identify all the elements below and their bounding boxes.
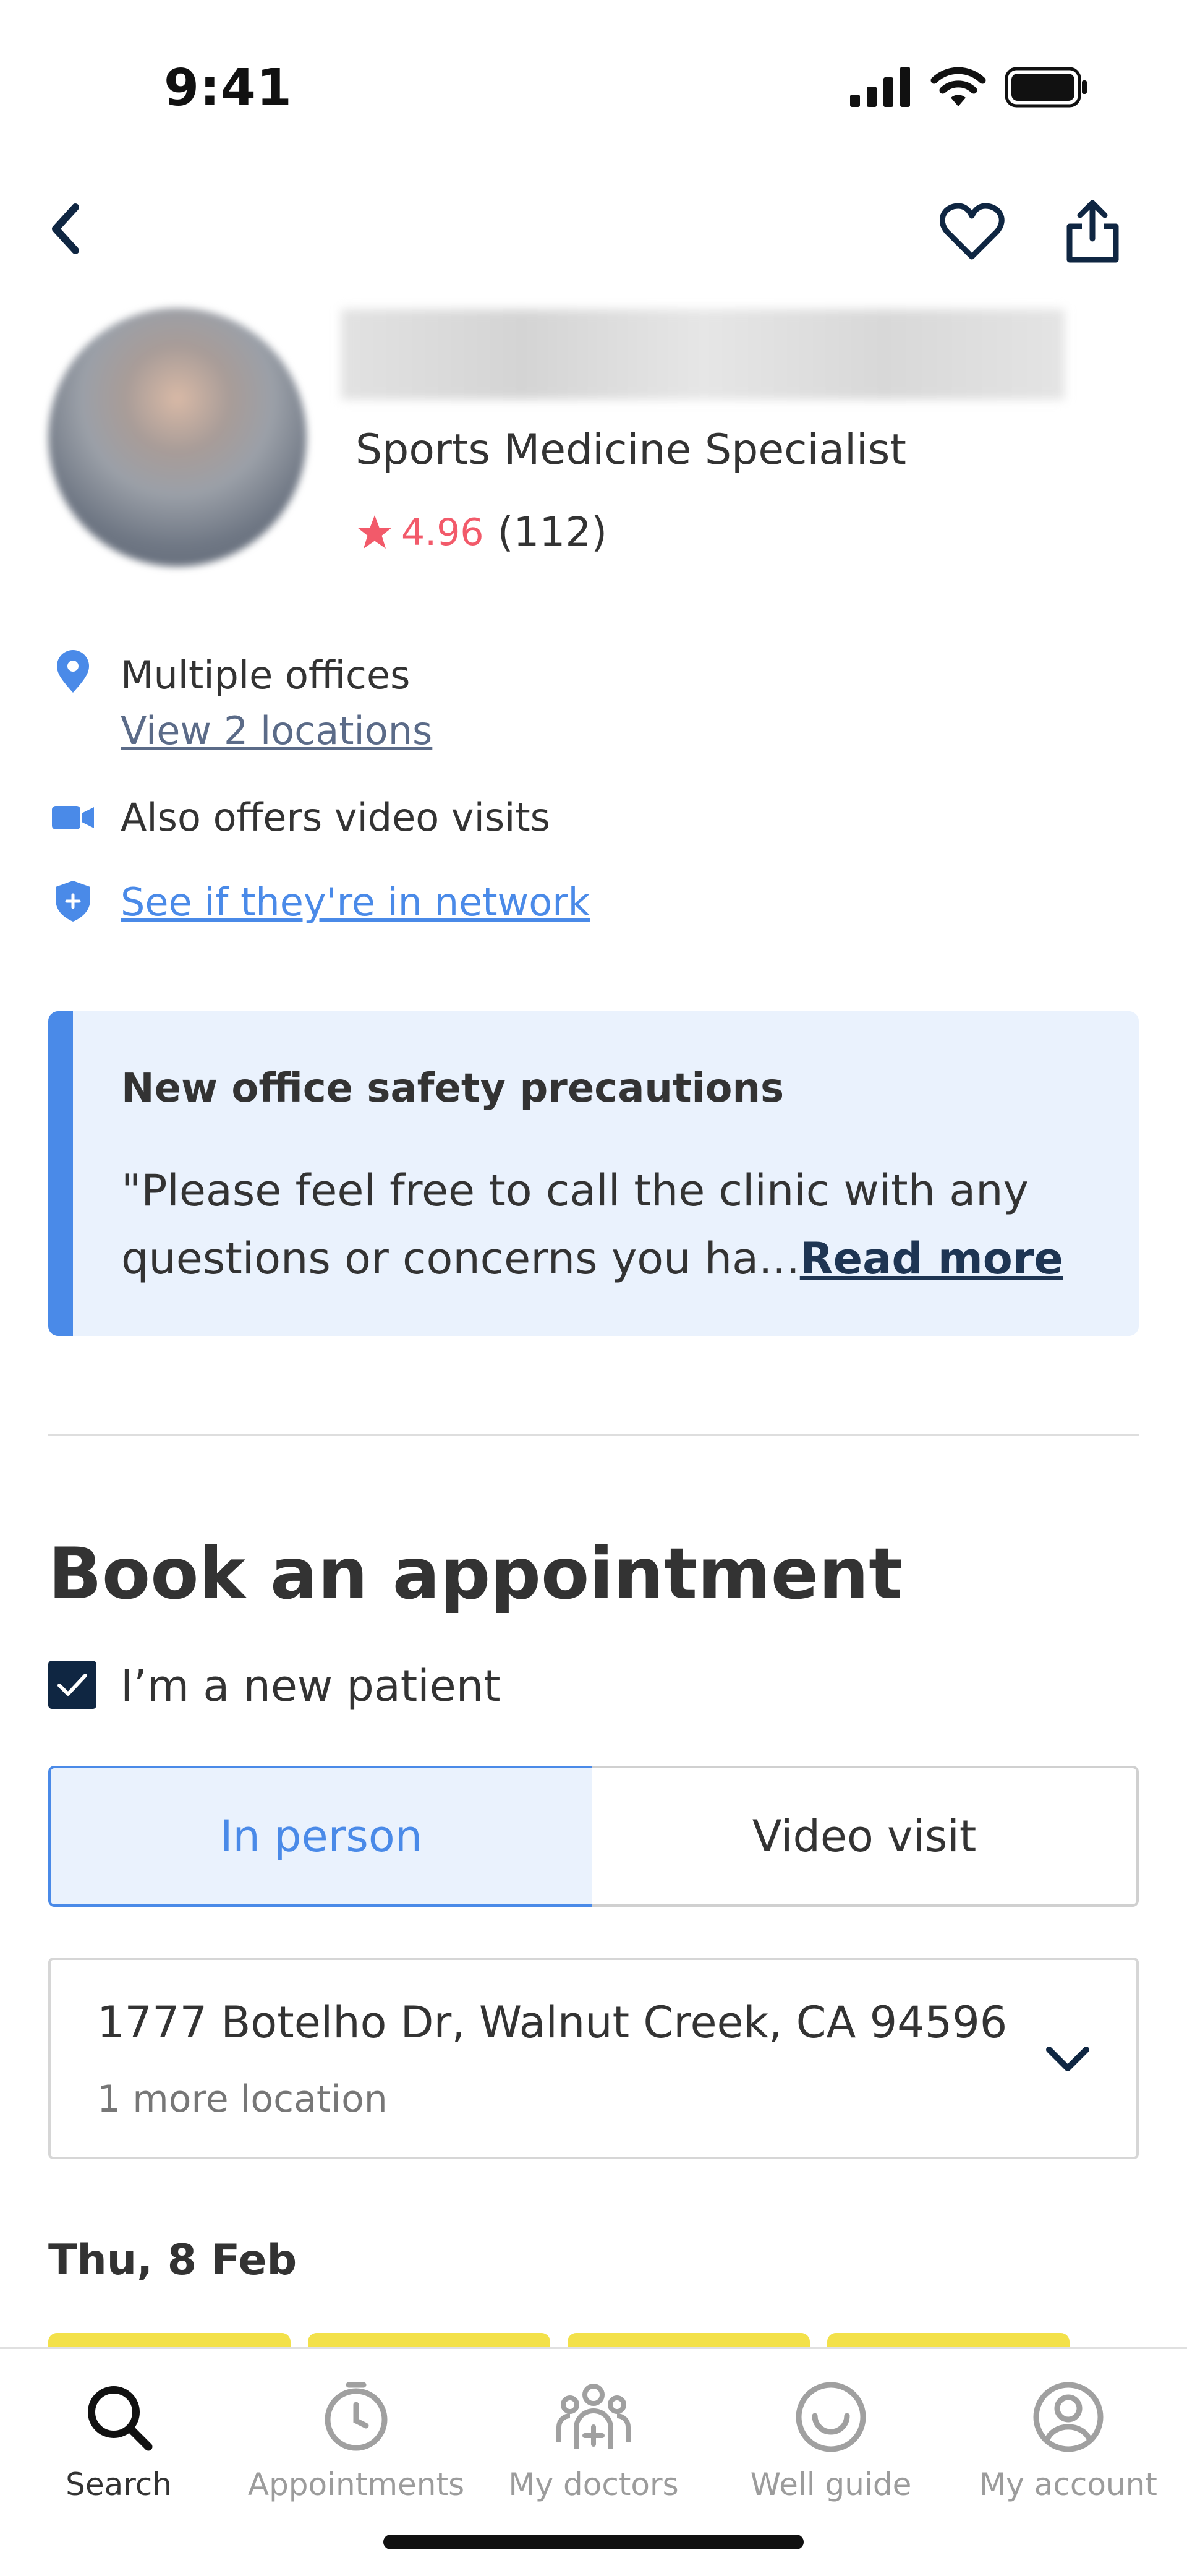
doctor-avatar	[48, 308, 307, 567]
status-time: 9:41	[164, 59, 292, 118]
doctor-specialty: Sports Medicine Specialist	[355, 426, 906, 474]
video-camera-icon	[52, 806, 94, 829]
multiple-offices-label: Multiple offices	[121, 653, 411, 698]
visit-type-in-person[interactable]: In person	[48, 1766, 594, 1907]
checkmark-icon	[57, 1674, 87, 1696]
appointment-date: Thu, 8 Feb	[48, 2236, 297, 2285]
new-patient-label: I’m a new patient	[121, 1661, 501, 1711]
video-visits-label: Also offers video visits	[121, 795, 550, 840]
account-icon	[1033, 2382, 1104, 2452]
section-divider	[48, 1434, 1139, 1436]
search-icon	[88, 2386, 153, 2451]
tab-label: Appointments	[247, 2467, 465, 2502]
review-count: (112)	[497, 508, 608, 556]
battery-icon	[1005, 67, 1087, 108]
view-locations-link[interactable]: View 2 locations	[121, 708, 432, 753]
safety-notice-card: New office safety precautions "Please fe…	[48, 1011, 1139, 1336]
network-check-link[interactable]: See if they're in network	[121, 879, 590, 925]
favorite-heart-button[interactable]	[940, 201, 1005, 263]
tab-my-account[interactable]: My account	[950, 2349, 1187, 2576]
wifi-icon	[930, 67, 986, 106]
smile-icon	[796, 2382, 866, 2452]
tab-label: Search	[66, 2467, 172, 2502]
tab-search[interactable]: Search	[0, 2349, 237, 2576]
notice-accent-bar	[48, 1011, 73, 1336]
tab-label: Well guide	[750, 2467, 912, 2502]
chevron-down-icon	[1046, 2047, 1089, 2071]
location-address: 1777 Botelho Dr, Walnut Creek, CA 94596	[97, 1997, 1008, 2048]
rating-row: 4.96 (112)	[355, 508, 607, 556]
new-patient-checkbox[interactable]	[48, 1661, 96, 1709]
back-button[interactable]	[43, 198, 87, 260]
location-select[interactable]: 1777 Botelho Dr, Walnut Creek, CA 94596 …	[48, 1958, 1139, 2159]
doctor-name-redacted	[341, 309, 1065, 400]
visit-type-video[interactable]: Video visit	[592, 1766, 1139, 1907]
tab-label: My doctors	[508, 2467, 679, 2502]
notice-title: New office safety precautions	[121, 1066, 785, 1111]
doctors-icon	[556, 2384, 631, 2449]
book-appointment-heading: Book an appointment	[48, 1533, 903, 1615]
notice-body: "Please feel free to call the clinic wit…	[121, 1157, 1123, 1293]
tab-label: My account	[979, 2467, 1157, 2502]
location-pin-icon	[57, 650, 89, 693]
star-icon	[357, 515, 392, 549]
clock-icon	[325, 2382, 388, 2451]
home-indicator	[383, 2535, 804, 2549]
signal-icon	[850, 67, 910, 107]
share-button[interactable]	[1063, 197, 1122, 265]
read-more-link[interactable]: Read more	[800, 1233, 1063, 1284]
more-locations-text: 1 more location	[97, 2077, 388, 2121]
rating-value: 4.96	[401, 510, 484, 554]
shield-icon	[56, 881, 90, 922]
